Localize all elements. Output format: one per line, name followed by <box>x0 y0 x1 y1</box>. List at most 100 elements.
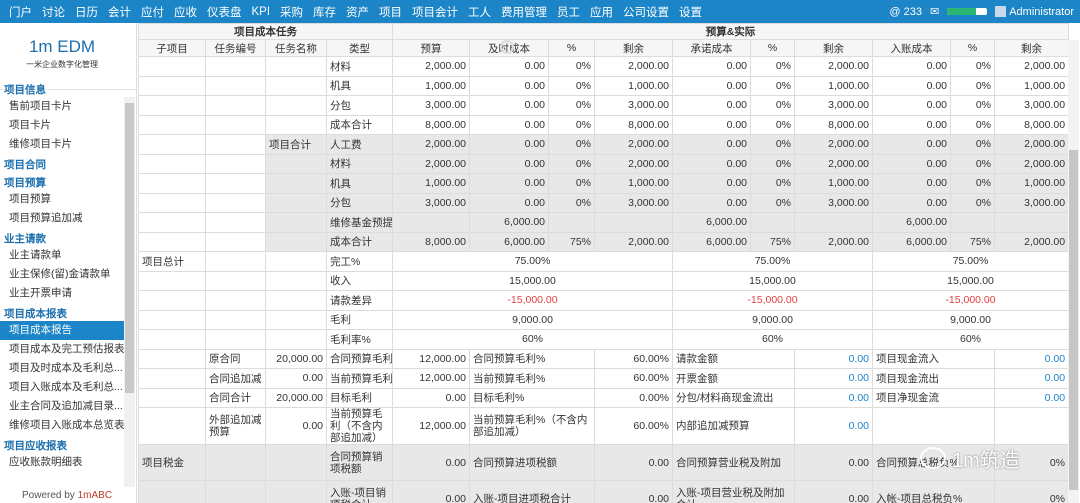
top-menu-item[interactable]: 公司设置 <box>623 4 669 20</box>
sidebar-section-title[interactable]: 项目成本报表 <box>0 307 124 321</box>
powered-brand: 1mABC <box>77 490 113 501</box>
top-menu-item[interactable]: 采购 <box>280 4 303 20</box>
chat-icon[interactable]: ✉ <box>930 5 939 18</box>
table-cell <box>138 95 206 116</box>
table-cell: 0% <box>750 173 795 194</box>
column-header[interactable]: % <box>950 39 995 57</box>
top-menu-item[interactable]: 设置 <box>679 4 702 20</box>
sidebar-section-title[interactable]: 业主请款 <box>0 232 124 246</box>
table-cell: 8,000.00 <box>392 231 470 252</box>
table-cell <box>265 173 327 194</box>
sidebar-section-title[interactable]: 项目合同 <box>0 158 124 172</box>
table-cell: 3,000.00 <box>392 95 470 116</box>
top-menu-item[interactable]: 库存 <box>313 4 336 20</box>
column-header[interactable]: 任务编号 <box>205 39 266 57</box>
column-header[interactable]: 类型 <box>326 39 393 57</box>
sidebar-item[interactable]: 项目成本及完工预估报表 <box>0 340 124 359</box>
column-header[interactable]: 承诺成本 <box>672 39 751 57</box>
sidebar-item[interactable]: 维修项目入账成本总览表 <box>0 416 124 435</box>
table-cell: 0% <box>750 153 795 174</box>
sidebar-item[interactable]: 业主保修(留)金请款单 <box>0 265 124 284</box>
column-header[interactable]: 任务名称 <box>265 39 327 57</box>
table-cell <box>138 387 206 408</box>
group-header-task: 项目成本任务 <box>138 23 393 40</box>
table-cell <box>205 56 266 77</box>
top-menu-item[interactable]: 讨论 <box>42 4 65 20</box>
user-menu[interactable]: Administrator <box>995 6 1074 18</box>
sidebar-item[interactable]: 业主开票申请 <box>0 284 124 303</box>
top-menu-item[interactable]: 项目会计 <box>412 4 458 20</box>
table-cell <box>265 270 327 291</box>
sidebar-item[interactable]: 业主合同及追加减目录... <box>0 397 124 416</box>
top-menu-item[interactable]: 员工 <box>557 4 580 20</box>
table-cell <box>138 173 206 194</box>
top-menu-item[interactable]: KPI <box>252 6 271 18</box>
table-cell: 0% <box>993 480 1070 503</box>
notification-count[interactable]: @ 233 <box>889 6 922 18</box>
sidebar-item[interactable]: 项目及时成本及毛利总... <box>0 359 124 378</box>
table-cell: 请款差异 <box>326 290 393 311</box>
column-header[interactable]: 预算 <box>392 39 470 57</box>
top-menu-item[interactable]: 应用 <box>590 4 613 20</box>
table-cell: 入账-项目营业税及附加合计 <box>672 480 795 503</box>
sidebar-item[interactable]: 业主请款单 <box>0 246 124 265</box>
table-cell <box>265 290 327 311</box>
top-menu-item[interactable]: 资产 <box>346 4 369 20</box>
sidebar-item[interactable]: 项目卡片 <box>0 116 124 135</box>
table-cell: 60.00% <box>594 407 673 445</box>
table-cell: 0.00 <box>594 444 673 481</box>
table-cell <box>138 329 206 350</box>
table-cell: 0% <box>548 114 595 135</box>
column-header[interactable]: 子项目 <box>138 39 206 57</box>
progress-bar <box>947 8 988 15</box>
top-menu-item[interactable]: 工人 <box>468 4 491 20</box>
table-cell: 当前预算毛利 <box>326 368 393 389</box>
table-cell <box>205 329 266 350</box>
top-menu-item[interactable]: 仪表盘 <box>207 4 242 20</box>
main-scroll-thumb[interactable] <box>1069 150 1078 490</box>
table-cell <box>138 309 206 330</box>
column-header[interactable]: 剩余 <box>594 39 673 57</box>
powered-by: Powered by 1mABC <box>0 488 124 503</box>
table-cell: 12,000.00 <box>392 407 470 445</box>
table-cell: 1,000.00 <box>993 75 1070 96</box>
column-header[interactable]: % <box>548 39 595 57</box>
column-header[interactable]: 剩余 <box>993 39 1070 57</box>
column-header[interactable]: 剩余 <box>794 39 873 57</box>
sidebar-item[interactable]: 项目入账成本及毛利总... <box>0 378 124 397</box>
top-menu-item[interactable]: 门户 <box>9 4 32 20</box>
table-cell: 6,000.00 <box>672 212 751 233</box>
table-cell: 0% <box>950 95 995 116</box>
table-cell: 0.00 <box>872 95 951 116</box>
main-scrollbar[interactable] <box>1068 40 1079 503</box>
top-menu-item[interactable]: 日历 <box>75 4 98 20</box>
sidebar-scrollbar[interactable] <box>124 97 135 487</box>
column-header[interactable]: % <box>750 39 795 57</box>
top-menu-item[interactable]: 费用管理 <box>501 4 547 20</box>
sidebar-section-title[interactable]: 项目信息 <box>0 83 124 97</box>
table-row: 分包 3,000.00 0.00 0% 3,000.00 0.00 0% 3,000.00 0.… <box>138 192 1070 213</box>
sidebar-item[interactable]: 应收账款明细表 <box>0 453 124 472</box>
sidebar-item[interactable]: 项目成本报告 <box>0 321 124 340</box>
sidebar-section-title[interactable]: 项目应收报表 <box>0 439 124 453</box>
top-menu-item[interactable]: 应收 <box>174 4 197 20</box>
top-menu-item[interactable]: 应付 <box>141 4 164 20</box>
column-header[interactable]: 入账成本 <box>872 39 951 57</box>
table-row: 收入 15,000.00 15,000.00 15,000.00 <box>138 270 1070 291</box>
table-cell: 成本合计 <box>326 114 393 135</box>
table-row: 请款差异 -15,000.00 -15,000.00 -15,000.00 <box>138 290 1070 311</box>
sidebar-item[interactable]: 维修项目卡片 <box>0 135 124 154</box>
sidebar-item[interactable]: 售前项目卡片 <box>0 97 124 116</box>
sidebar-item[interactable]: 项目预算 <box>0 190 124 209</box>
table-cell: 入账-项目进项税合计 <box>469 480 595 503</box>
top-menu-item[interactable]: 会计 <box>108 4 131 20</box>
table-cell: 内部追加减预算 <box>672 407 795 445</box>
top-menu-item[interactable]: 项目 <box>379 4 402 20</box>
table-cell: 0% <box>950 114 995 135</box>
table-cell: -15,000.00 <box>871 290 1070 311</box>
table-cell: 0.00 <box>794 444 873 481</box>
sidebar-section-title[interactable]: 项目预算 <box>0 176 124 190</box>
sidebar-scroll-thumb[interactable] <box>125 103 134 393</box>
table-cell: 3,000.00 <box>993 95 1070 116</box>
sidebar-item[interactable]: 项目预算追加减 <box>0 209 124 228</box>
